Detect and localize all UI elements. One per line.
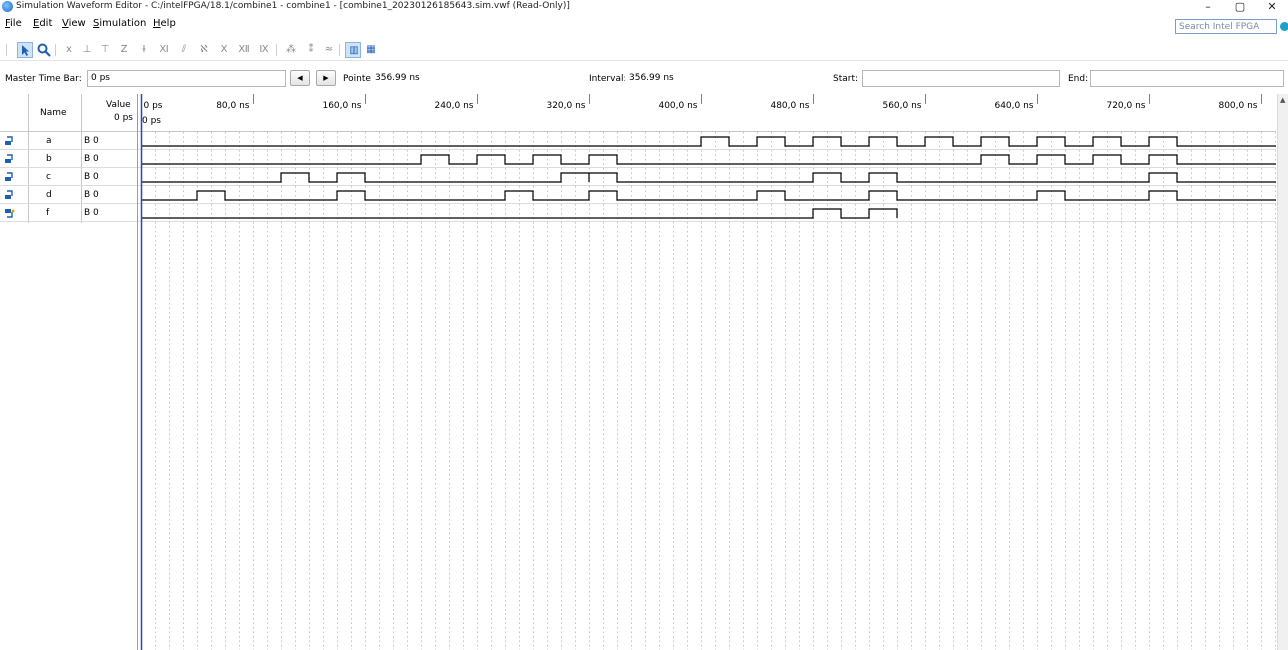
ruler-tick-label: 800,0 ns bbox=[1218, 101, 1257, 111]
ruler-background bbox=[138, 94, 1276, 131]
signal-value: B 0 bbox=[84, 190, 99, 200]
scroll-up-icon[interactable]: ▲ bbox=[1280, 96, 1285, 104]
name-column-header[interactable]: Name bbox=[40, 108, 67, 118]
ruler-tick-label: 480,0 ns bbox=[770, 101, 809, 111]
input-pin-icon bbox=[5, 136, 13, 145]
previous-transition-button[interactable]: ◀ bbox=[290, 70, 310, 86]
ruler-tick-label: 160,0 ns bbox=[322, 101, 361, 111]
invert-icon[interactable]: Ɨ bbox=[136, 42, 152, 58]
menu-simulation[interactable]: Simulation bbox=[93, 17, 146, 31]
ruler-tick-label: 720,0 ns bbox=[1106, 101, 1145, 111]
signal-name: f bbox=[46, 208, 50, 218]
ruler-tick-label: 320,0 ns bbox=[546, 101, 585, 111]
waveform-panel[interactable]: 0 ps 80,0 ns 160,0 ns 240,0 ns 320,0 ns 400,0… bbox=[138, 94, 1276, 650]
waveform-canvas[interactable]: 0 ps 80,0 ns 160,0 ns 240,0 ns 320,0 ns 400,0… bbox=[138, 94, 1276, 650]
ruler-tick-label: 560,0 ns bbox=[882, 101, 921, 111]
close-button[interactable]: ✕ bbox=[1257, 0, 1287, 14]
weak-high-icon[interactable]: Ⅸ bbox=[256, 42, 272, 58]
end-field[interactable] bbox=[1090, 70, 1284, 87]
signal-list-header: Name Value 0 ps bbox=[0, 94, 137, 132]
input-pin-icon bbox=[5, 154, 13, 163]
toolbar: ⅹ ⊥ ⊤ Z Ɨ Ⅺ ⫽ ℵ Ⅹ Ⅻ Ⅸ ⁂ ⁑ ≈ ▥ ▦ bbox=[0, 40, 1288, 61]
snap-grid-icon[interactable]: ⁂ bbox=[283, 42, 299, 58]
ruler-start-label: 0 ps bbox=[142, 116, 161, 126]
waveform-a bbox=[141, 136, 1276, 147]
signal-name: c bbox=[46, 172, 51, 182]
selection-tool-icon[interactable] bbox=[17, 42, 33, 58]
waveform-f bbox=[141, 208, 898, 219]
vertical-scrollbar[interactable]: ▲ bbox=[1277, 94, 1288, 650]
master-time-bar-label: Master Time Bar: bbox=[5, 74, 82, 84]
count-value-icon[interactable]: Ⅺ bbox=[156, 42, 172, 58]
toolbar-separator bbox=[6, 44, 7, 56]
output-pin-icon bbox=[5, 209, 15, 218]
signal-row-c[interactable]: c B 0 bbox=[0, 168, 137, 186]
value-column-header[interactable]: Value bbox=[106, 100, 131, 110]
signal-value: B 0 bbox=[84, 154, 99, 164]
value-time-label: 0 ps bbox=[114, 113, 133, 123]
search-go-icon[interactable] bbox=[1280, 22, 1288, 31]
next-transition-button[interactable]: ▶ bbox=[316, 70, 336, 86]
signal-value: B 0 bbox=[84, 136, 99, 146]
window-title: Simulation Waveform Editor - C:/intelFPG… bbox=[16, 1, 570, 11]
search-input[interactable]: Search Intel FPGA bbox=[1175, 19, 1277, 34]
toolbar-separator bbox=[55, 44, 56, 56]
start-label: Start: bbox=[833, 74, 859, 84]
app-logo-icon bbox=[2, 1, 13, 12]
title-bar: Simulation Waveform Editor - C:/intelFPG… bbox=[0, 0, 1288, 14]
ruler-tick-label: 640,0 ns bbox=[994, 101, 1033, 111]
interval-field: 356.99 ns bbox=[625, 70, 825, 87]
forcing-low-icon[interactable]: ⊥ bbox=[79, 42, 95, 58]
menu-view[interactable]: View bbox=[62, 17, 86, 31]
forcing-high-icon[interactable]: ⊤ bbox=[97, 42, 113, 58]
signal-row-a[interactable]: a B 0 bbox=[0, 132, 137, 150]
time-bar: Master Time Bar: 0 ps ◀ ▶ Pointer: 356.9… bbox=[0, 68, 1288, 90]
random-values-icon[interactable]: ℵ bbox=[196, 42, 212, 58]
high-impedance-icon[interactable]: Z bbox=[116, 42, 132, 58]
signal-value: B 0 bbox=[84, 172, 99, 182]
input-pin-icon bbox=[5, 190, 13, 199]
sort-icon[interactable]: ⁑ bbox=[303, 42, 319, 58]
master-time-bar-field[interactable]: 0 ps bbox=[87, 70, 286, 87]
minimize-button[interactable]: – bbox=[1193, 0, 1223, 14]
end-label: End: bbox=[1068, 74, 1089, 84]
toolbar-separator bbox=[339, 44, 340, 56]
ruler-tick-label: 0 ps bbox=[144, 101, 163, 111]
signal-name: b bbox=[46, 154, 52, 164]
arbitrary-value-icon[interactable]: Ⅹ bbox=[216, 42, 232, 58]
signal-name: d bbox=[46, 190, 52, 200]
grid-settings-icon[interactable]: ▦ bbox=[363, 42, 379, 58]
ruler-tick-label: 80,0 ns bbox=[216, 101, 250, 111]
signal-value: B 0 bbox=[84, 208, 99, 218]
overwrite-clock-icon[interactable]: ⫽ bbox=[176, 42, 192, 58]
maximize-button[interactable]: ▢ bbox=[1225, 0, 1255, 14]
zoom-tool-icon[interactable] bbox=[36, 42, 52, 58]
signal-row-b[interactable]: b B 0 bbox=[0, 150, 137, 168]
signal-name: a bbox=[46, 136, 52, 146]
signal-list-panel: Name Value 0 ps a B 0 b B 0 c B 0 d B 0 … bbox=[0, 94, 138, 650]
start-field[interactable] bbox=[862, 70, 1060, 87]
signal-row-d[interactable]: d B 0 bbox=[0, 186, 137, 204]
weak-low-icon[interactable]: Ⅻ bbox=[236, 42, 252, 58]
ruler-tick-label: 240,0 ns bbox=[434, 101, 473, 111]
signal-row-f[interactable]: f B 0 bbox=[0, 204, 137, 222]
menu-file[interactable]: File bbox=[5, 17, 22, 31]
input-pin-icon bbox=[5, 172, 13, 181]
waveform-c bbox=[141, 172, 1276, 183]
menu-edit[interactable]: Edit bbox=[33, 17, 52, 31]
timing-sim-icon[interactable]: ▥ bbox=[345, 42, 361, 58]
interval-label: Interval: bbox=[589, 74, 627, 84]
functional-sim-icon[interactable]: ≈ bbox=[321, 42, 337, 58]
menu-help[interactable]: Help bbox=[153, 17, 176, 31]
waveform-b bbox=[141, 154, 1276, 165]
ruler-tick-label: 400,0 ns bbox=[658, 101, 697, 111]
waveform-edit-icon[interactable]: ⅹ bbox=[61, 42, 77, 58]
pointer-field: 356.99 ns bbox=[371, 70, 582, 87]
menu-bar: File Edit View Simulation Help bbox=[0, 14, 1288, 34]
toolbar-separator bbox=[276, 44, 277, 56]
waveform-d bbox=[141, 190, 1276, 201]
